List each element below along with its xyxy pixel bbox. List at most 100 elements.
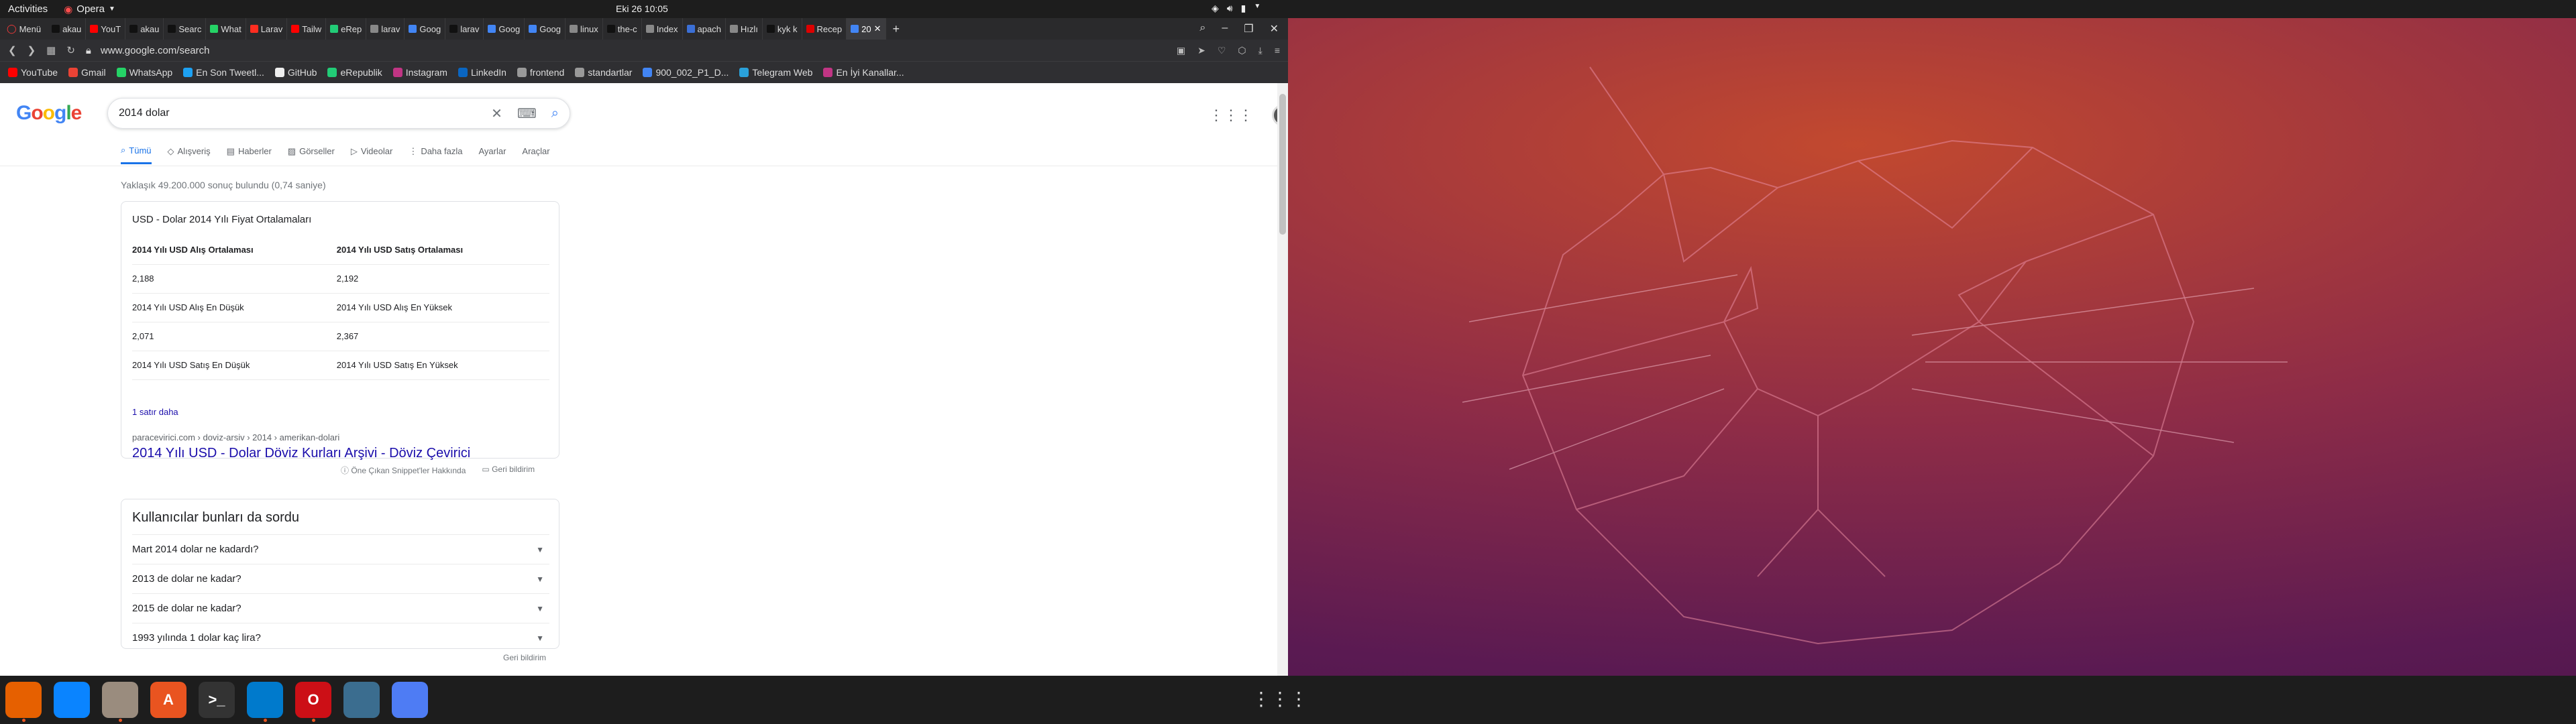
search-icon[interactable]: ⌕ <box>551 106 559 121</box>
dock-mysql-workbench-icon[interactable] <box>343 682 380 718</box>
bookmark-item[interactable]: Gmail <box>68 67 106 78</box>
new-tab-button[interactable]: + <box>886 22 907 36</box>
url-field[interactable]: 🔒︎ www.google.com/search <box>86 45 210 56</box>
search-box[interactable]: ✕ ⌨ ⌕ <box>107 98 570 129</box>
browser-tab[interactable]: Goog <box>525 18 566 40</box>
bookmark-item[interactable]: Telegram Web <box>739 67 812 78</box>
camera-icon[interactable]: ▣ <box>1177 45 1185 56</box>
bookmark-item[interactable]: YouTube <box>8 67 58 78</box>
browser-tab[interactable]: apach <box>683 18 726 40</box>
browser-tab[interactable]: the-c <box>603 18 642 40</box>
dock-files-icon[interactable] <box>102 682 138 722</box>
bookmark-item[interactable]: Instagram <box>392 67 447 78</box>
google-logo[interactable]: Google <box>16 102 82 125</box>
dock-terminal-icon[interactable]: >_ <box>199 682 235 718</box>
search-tab[interactable]: Ayarlar <box>478 145 506 164</box>
dock-firefox-icon[interactable] <box>5 682 42 722</box>
browser-tab[interactable]: YouT <box>86 18 126 40</box>
search-tab[interactable]: ⋮ Daha fazla <box>409 145 462 164</box>
dock-screenshot-icon[interactable] <box>392 682 428 718</box>
page-scrollbar[interactable] <box>1277 83 1288 676</box>
bookmark-item[interactable]: frontend <box>517 67 564 78</box>
bookmark-item[interactable]: En İyi Kanallar... <box>823 67 904 78</box>
paa-question[interactable]: 1993 yılında 1 dolar kaç lira? ▼ <box>132 623 549 652</box>
dock-vscode-icon[interactable] <box>247 682 283 722</box>
browser-tab[interactable]: kyk k <box>763 18 802 40</box>
bookmark-icon <box>517 68 527 77</box>
paa-question[interactable]: 2015 de dolar ne kadar? ▼ <box>132 593 549 623</box>
keyboard-icon[interactable]: ⌨ <box>517 105 537 122</box>
browser-tab[interactable]: Recep <box>802 18 847 40</box>
browser-tab[interactable]: 20 ✕ <box>847 18 886 40</box>
tab-label: What <box>221 23 241 34</box>
running-indicator <box>119 719 122 722</box>
forward-icon[interactable]: ❯ <box>28 44 36 56</box>
bookmark-label: Instagram <box>405 67 447 78</box>
paa-question[interactable]: 2013 de dolar ne kadar? ▼ <box>132 564 549 593</box>
scrollbar-thumb[interactable] <box>1279 94 1286 235</box>
heart-icon[interactable]: ♡ <box>1218 45 1226 56</box>
browser-tab[interactable]: Goog <box>405 18 446 40</box>
easy-setup-icon[interactable]: ≡ <box>1275 45 1280 56</box>
snippet-result-link[interactable]: 2014 Yılı USD - Dolar Döviz Kurları Arşi… <box>132 446 470 461</box>
dock-software-icon[interactable]: A <box>150 682 186 718</box>
browser-tab[interactable]: larav <box>366 18 405 40</box>
minimize-icon[interactable]: – <box>1222 22 1228 36</box>
reload-icon[interactable]: ↻ <box>66 44 75 56</box>
search-tabs-icon[interactable]: ⌕ <box>1199 22 1205 36</box>
paa-question[interactable]: Mart 2014 dolar ne kadardı? ▼ <box>132 534 549 564</box>
bookmark-item[interactable]: En Son Tweetl... <box>183 67 264 78</box>
browser-tab[interactable]: linux <box>566 18 603 40</box>
opera-menu-button[interactable]: ◯ Menü <box>0 18 48 40</box>
maximize-icon[interactable]: ❐ <box>1244 22 1253 36</box>
search-tab[interactable]: ▷ Videolar <box>351 145 392 164</box>
app-menu[interactable]: ◉ Opera ▼ <box>64 3 115 15</box>
running-indicator <box>22 719 25 722</box>
feedback-link[interactable]: ▭ Geri bildirim <box>482 465 535 476</box>
show-applications-icon[interactable]: ⋮⋮⋮ <box>1252 688 1308 710</box>
clear-icon[interactable]: ✕ <box>491 105 502 122</box>
bookmark-item[interactable]: GitHub <box>274 67 317 78</box>
bookmark-item[interactable]: LinkedIn <box>458 67 506 78</box>
browser-tab[interactable]: akau <box>125 18 164 40</box>
extensions-icon[interactable]: ⬡ <box>1238 45 1246 56</box>
paa-feedback-link[interactable]: Geri bildirim <box>503 653 546 662</box>
close-tab-icon[interactable]: ✕ <box>874 23 881 34</box>
more-rows-link[interactable]: 1 satır daha <box>132 407 178 417</box>
clock[interactable]: Eki 26 10:05 <box>616 3 668 14</box>
browser-tab[interactable]: Index <box>642 18 683 40</box>
browser-tab[interactable]: larav <box>445 18 484 40</box>
bookmark-item[interactable]: WhatsApp <box>116 67 172 78</box>
search-tab[interactable]: ⌕ Tümü <box>121 145 152 164</box>
browser-tab[interactable]: Goog <box>484 18 525 40</box>
system-tray[interactable]: ◈ 🔊︎ ▮ ▼ <box>1212 3 1260 14</box>
browser-tab[interactable]: Searc <box>164 18 207 40</box>
bookmark-item[interactable]: eRepublik <box>327 67 382 78</box>
browser-tab[interactable]: Tailw <box>287 18 327 40</box>
dock-opera-icon[interactable]: O <box>295 682 331 722</box>
about-snippets-label: Öne Çıkan Snippet'ler Hakkında <box>351 466 466 475</box>
browser-tab[interactable]: Larav <box>246 18 288 40</box>
about-snippets-link[interactable]: ⓘ Öne Çıkan Snippet'ler Hakkında <box>341 465 466 476</box>
bookmark-item[interactable]: 900_002_P1_D... <box>643 67 729 78</box>
search-input[interactable] <box>119 107 492 119</box>
browser-tab[interactable]: Hızlı <box>726 18 763 40</box>
search-tab[interactable]: Araçlar <box>522 145 549 164</box>
send-icon[interactable]: ➤ <box>1197 45 1205 56</box>
close-window-icon[interactable]: ✕ <box>1270 22 1279 36</box>
activities-button[interactable]: Activities <box>0 3 54 15</box>
search-tab[interactable]: ◇ Alışveriş <box>168 145 211 164</box>
table-cell: 2014 Yılı USD Alış En Yüksek <box>336 293 549 322</box>
tab-overview-icon[interactable]: ▦ <box>46 44 56 56</box>
search-tab[interactable]: ▤ Haberler <box>227 145 272 164</box>
tab-favicon-icon <box>291 25 300 33</box>
back-icon[interactable]: ❮ <box>8 44 17 56</box>
search-tab[interactable]: ▨ Görseller <box>288 145 335 164</box>
browser-tab[interactable]: eRep <box>326 18 367 40</box>
dock-thunderbird-icon[interactable] <box>54 682 90 718</box>
browser-tab[interactable]: akau <box>48 18 87 40</box>
bookmark-item[interactable]: standartlar <box>575 67 632 78</box>
browser-tab[interactable]: What <box>206 18 246 40</box>
download-icon[interactable]: ⤓ <box>1258 45 1263 56</box>
google-apps-icon[interactable]: ⋮⋮⋮ <box>1209 107 1253 124</box>
